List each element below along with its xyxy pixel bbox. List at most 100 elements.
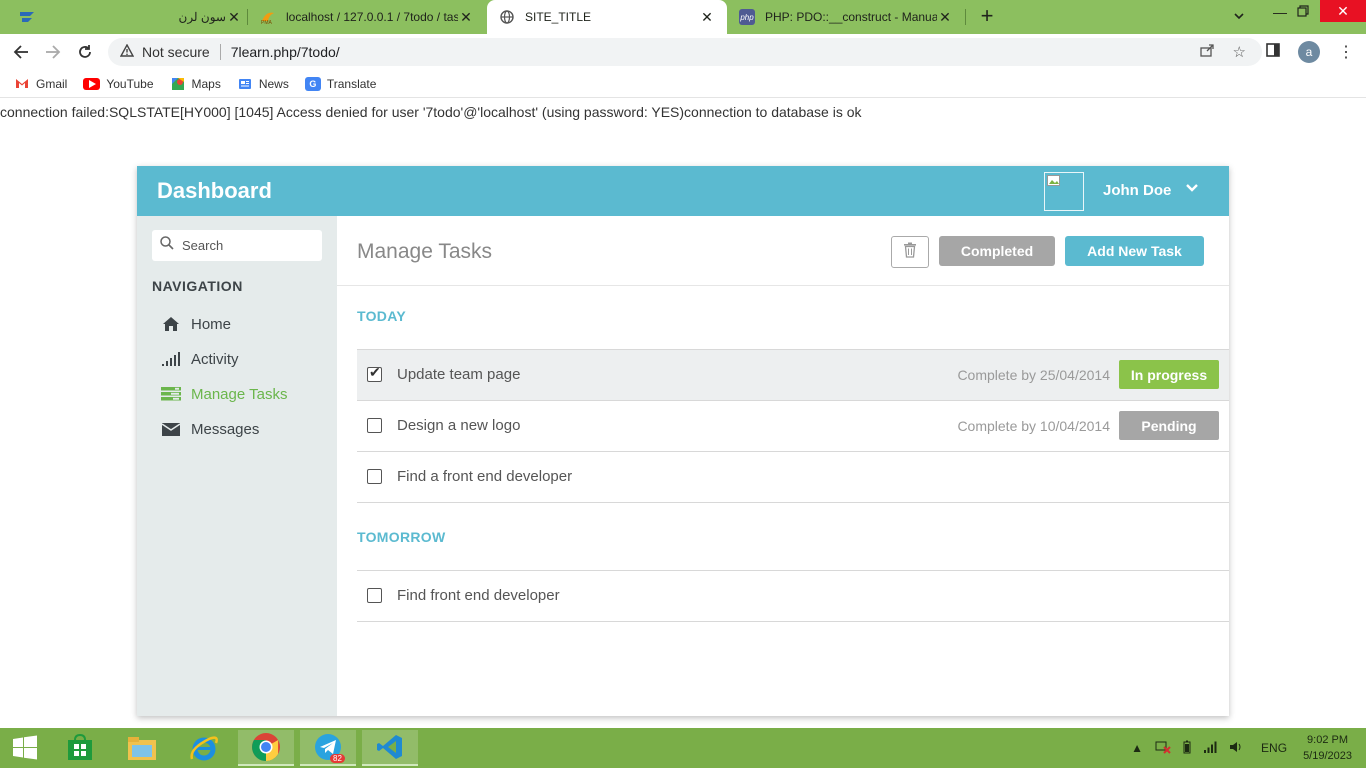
db-error-message: connection failed:SQLSTATE[HY000] [1045]… [0, 104, 862, 120]
vscode-app-icon[interactable] [362, 730, 418, 766]
completed-button[interactable]: Completed [939, 236, 1055, 266]
brand-title[interactable]: Dashboard [157, 178, 272, 204]
user-avatar[interactable] [1044, 172, 1084, 211]
sidebar-item-manage-tasks[interactable]: Manage Tasks [161, 382, 287, 406]
signal-strength-icon[interactable] [1203, 741, 1217, 756]
url-text[interactable]: 7learn.php/7todo/ [231, 44, 340, 60]
chevron-down-icon[interactable] [1185, 181, 1201, 199]
network-error-icon[interactable] [1155, 740, 1171, 757]
sidebar-item-label: Home [191, 315, 232, 333]
task-name: Find a front end developer [397, 468, 573, 485]
search-input[interactable] [182, 238, 312, 253]
side-panel-icon[interactable] [1266, 42, 1280, 62]
task-row[interactable]: Find front end developer [357, 570, 1229, 621]
restore-button[interactable] [1296, 4, 1316, 24]
nav-title: NAVIGATION [152, 278, 243, 294]
globe-icon [499, 9, 515, 25]
task-checkbox[interactable]: ✔ [367, 364, 382, 382]
warning-icon[interactable] [119, 43, 135, 60]
profile-avatar[interactable]: a [1298, 41, 1320, 63]
start-button[interactable] [0, 730, 50, 766]
clock-date: 5/19/2023 [1303, 750, 1352, 762]
clock[interactable]: 9:02 PM 5/19/2023 [1303, 732, 1352, 764]
forward-button[interactable] [40, 40, 66, 64]
bookmark-youtube[interactable]: YouTube [83, 76, 154, 91]
search-box[interactable] [152, 230, 322, 261]
bookmark-label: News [258, 76, 289, 91]
tab-title: PHP: PDO::__construct - Manual [765, 10, 937, 24]
task-name: Design a new logo [397, 417, 521, 434]
trash-icon [903, 242, 917, 263]
task-checkbox[interactable] [367, 469, 382, 484]
store-app-icon[interactable] [52, 730, 108, 766]
file-explorer-icon[interactable] [114, 730, 170, 766]
task-checkbox[interactable] [367, 588, 382, 603]
tab-close-icon[interactable]: ✕ [699, 9, 715, 26]
close-window-button[interactable]: ✕ [1320, 0, 1366, 22]
maps-icon [170, 77, 186, 91]
windows-taskbar: 82 ▲ ENG 9:02 PM 5/19/2023 [0, 728, 1366, 768]
telegram-app-icon[interactable]: 82 [300, 730, 356, 766]
chrome-app-icon[interactable] [238, 730, 294, 766]
task-row[interactable]: Find a front end developer [357, 451, 1229, 502]
tab-title: SITE_TITLE [525, 10, 592, 24]
sidebar-item-messages[interactable]: Messages [161, 417, 259, 441]
envelope-icon [161, 420, 181, 438]
bookmark-translate[interactable]: G Translate [304, 76, 377, 91]
browser-actions: a ⋮ [1266, 39, 1354, 65]
signal-icon [161, 350, 181, 368]
volume-icon[interactable] [1229, 741, 1243, 756]
tab-title: localhost / 127.0.0.1 / 7todo / tas [286, 10, 458, 24]
system-tray: ▲ ENG 9:02 PM 5/19/2023 [1125, 728, 1366, 768]
svg-text:PMA: PMA [261, 20, 273, 25]
notification-badge: 82 [330, 754, 345, 763]
bookmark-label: Translate [326, 76, 377, 91]
bookmark-maps[interactable]: Maps [170, 77, 221, 91]
minimize-button[interactable]: — [1270, 4, 1290, 24]
back-button[interactable] [8, 40, 34, 64]
battery-icon[interactable] [1183, 740, 1191, 757]
tasks-icon [161, 385, 181, 403]
share-icon[interactable] [1199, 42, 1215, 62]
row-divider [357, 621, 1229, 622]
tab-separator [965, 9, 966, 25]
task-row[interactable]: Design a new logo Complete by 10/04/2014… [357, 400, 1229, 451]
internet-explorer-icon[interactable] [176, 730, 232, 766]
tab-close-icon[interactable]: ✕ [937, 9, 953, 26]
search-icon [160, 236, 174, 255]
reload-button[interactable] [72, 40, 98, 64]
tab-close-icon[interactable]: ✕ [458, 9, 474, 26]
tab-search-chevron-icon[interactable] [1232, 9, 1246, 26]
home-icon [161, 315, 181, 333]
menu-kebab-icon[interactable]: ⋮ [1338, 42, 1354, 62]
new-tab-button[interactable]: + [976, 5, 998, 27]
section-title-tomorrow: TOMORROW [357, 529, 446, 545]
delete-button[interactable] [891, 236, 929, 268]
bookmark-gmail[interactable]: Gmail [14, 77, 67, 91]
bookmark-label: YouTube [106, 76, 154, 91]
chevron-up-icon[interactable]: ▲ [1131, 741, 1143, 755]
language-indicator[interactable]: ENG [1261, 741, 1287, 755]
sidebar-item-label: Messages [191, 420, 260, 438]
sidebar-item-home[interactable]: Home [161, 312, 231, 336]
tab-close-icon[interactable]: ✕ [226, 9, 242, 26]
browser-tab[interactable]: PMA localhost / 127.0.0.1 / 7todo / tas … [248, 0, 486, 34]
app-header: Dashboard John Doe [137, 166, 1229, 216]
task-row[interactable]: ✔ Update team page Complete by 25/04/201… [357, 349, 1229, 400]
add-new-task-button[interactable]: Add New Task [1065, 236, 1204, 266]
tab-search-icon[interactable] [18, 9, 38, 25]
security-label[interactable]: Not secure [142, 44, 210, 60]
clock-time: 9:02 PM [1307, 734, 1349, 746]
user-name[interactable]: John Doe [1103, 182, 1171, 199]
sidebar-item-activity[interactable]: Activity [161, 347, 239, 371]
omnibox-divider [219, 44, 221, 60]
address-toolbar: Not secure 7learn.php/7todo/ ☆ a ⋮ [0, 34, 1366, 70]
omnibox[interactable]: Not secure 7learn.php/7todo/ ☆ [108, 38, 1262, 66]
task-checkbox[interactable] [367, 418, 382, 433]
bookmark-news[interactable]: News [237, 77, 289, 91]
bookmark-star-icon[interactable]: ☆ [1233, 43, 1246, 61]
browser-tab[interactable]: php PHP: PDO::__construct - Manual ✕ [727, 0, 965, 34]
browser-tab[interactable]: سون لرن ✕ [160, 0, 254, 34]
row-divider [357, 502, 1229, 503]
browser-tab-active[interactable]: SITE_TITLE ✕ [487, 0, 727, 34]
